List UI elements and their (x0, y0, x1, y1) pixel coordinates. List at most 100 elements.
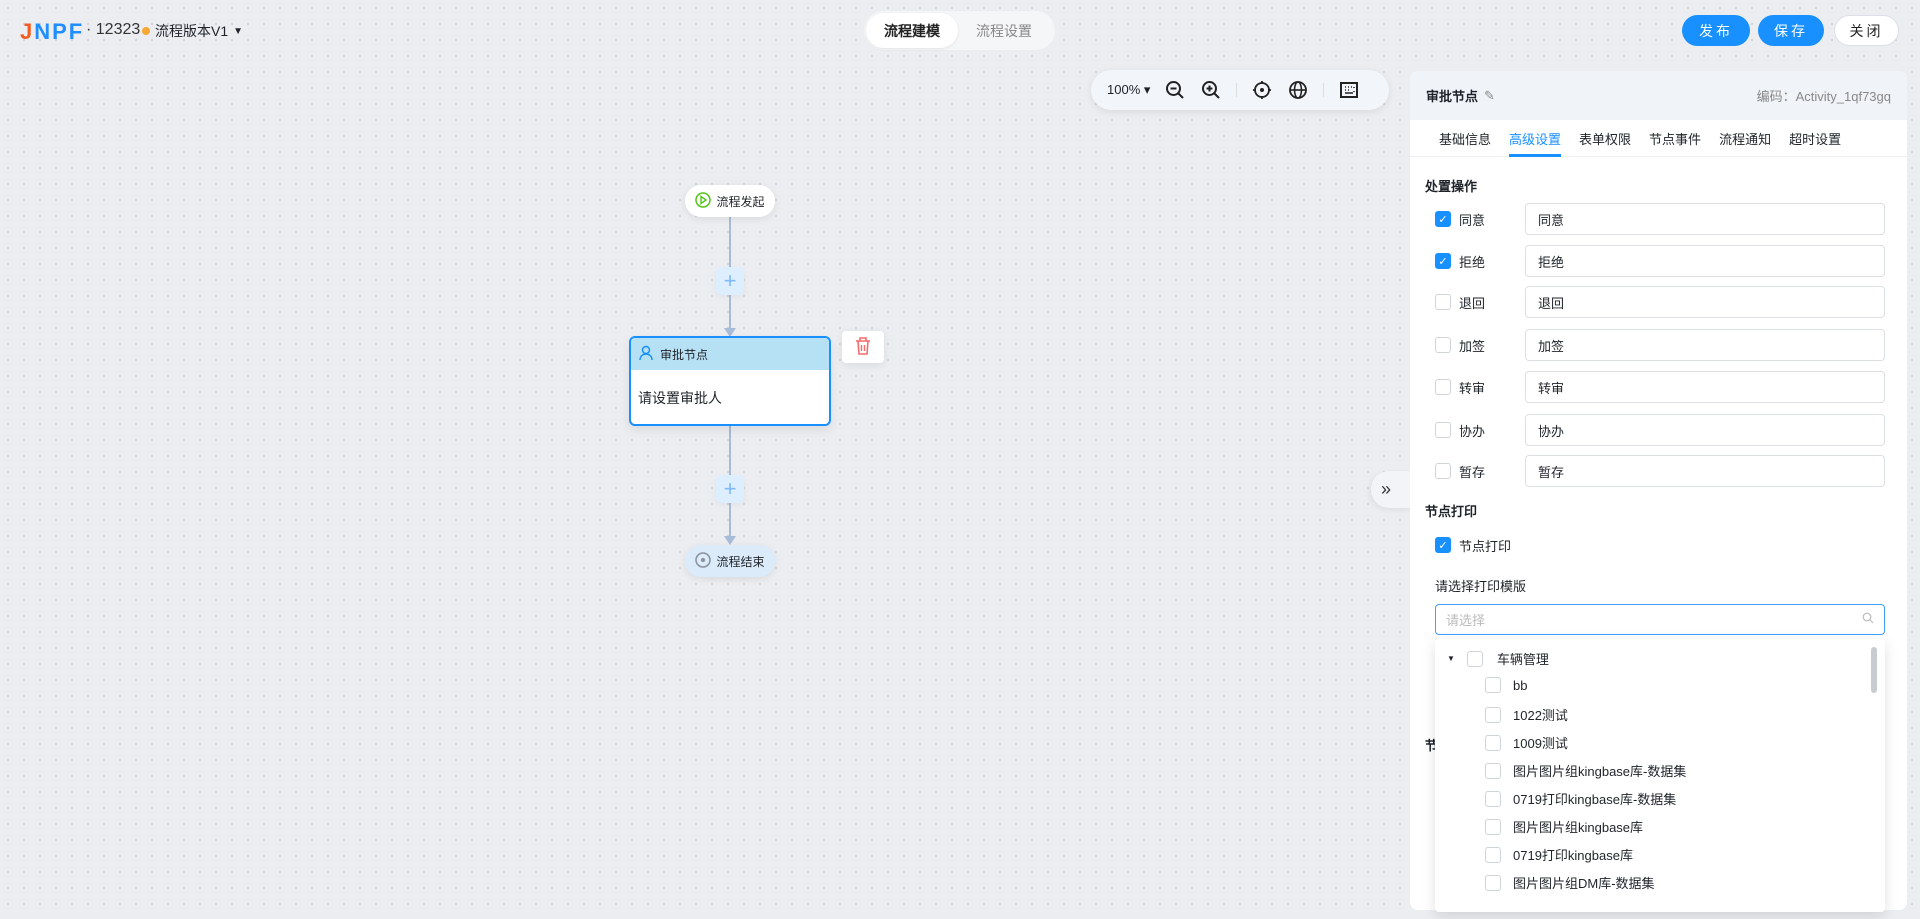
tab-basic-info[interactable]: 基础信息 (1430, 120, 1500, 156)
zoom-out-icon[interactable] (1164, 79, 1186, 101)
tab-timeout-settings[interactable]: 超时设置 (1780, 120, 1850, 156)
scrollbar[interactable] (1871, 647, 1877, 693)
tab-advanced-settings[interactable]: 高级设置 (1500, 120, 1570, 157)
start-node-label: 流程发起 (716, 194, 765, 209)
tree-item-label: bb (1513, 677, 1528, 693)
locate-icon[interactable] (1251, 79, 1273, 101)
op-name-input[interactable]: 拒绝 (1525, 245, 1885, 277)
checkbox[interactable] (1485, 818, 1501, 835)
checkbox[interactable] (1466, 650, 1483, 667)
arrow-icon (724, 536, 736, 545)
op-name-input[interactable]: 加签 (1525, 329, 1885, 361)
section-ops-title: 处置操作 (1425, 179, 1478, 194)
delete-node-button[interactable] (842, 331, 884, 363)
approver-node[interactable]: 审批节点 请设置审批人 (629, 336, 831, 426)
tree-item[interactable]: 1022测试 (1485, 705, 1568, 724)
canvas-toolbar: 100% ▾ (1091, 70, 1389, 110)
op-name-input[interactable]: 转审 (1525, 371, 1885, 403)
checkbox[interactable] (1485, 846, 1501, 863)
checkbox-checked[interactable]: ✓ (1435, 537, 1451, 553)
tree-item[interactable]: 图片图片组kingbase库-数据集 (1485, 761, 1686, 780)
divider (1323, 83, 1325, 97)
checkbox[interactable] (1435, 294, 1451, 310)
collapse-panel-button[interactable]: » (1371, 471, 1415, 508)
print-template-select[interactable]: 请选择 (1435, 604, 1885, 635)
op-name-input[interactable]: 同意 (1525, 203, 1885, 235)
print-checkbox-row[interactable]: ✓ 节点打印 (1435, 529, 1635, 561)
checkbox[interactable] (1485, 706, 1501, 723)
checkbox[interactable] (1485, 677, 1501, 693)
checkbox[interactable] (1435, 422, 1451, 438)
minimap-icon[interactable] (1338, 79, 1360, 101)
zoom-select[interactable]: 100% ▾ (1107, 82, 1150, 98)
tab-flow-notify[interactable]: 流程通知 (1710, 120, 1780, 156)
mode-tabs: 流程建模 流程设置 (864, 11, 1055, 50)
op-label: 加签 (1459, 338, 1486, 354)
add-node-button[interactable]: + (716, 267, 744, 295)
connector (729, 503, 731, 538)
tab-form-permissions[interactable]: 表单权限 (1570, 120, 1640, 156)
connector (729, 426, 731, 475)
tab-node-events[interactable]: 节点事件 (1640, 120, 1710, 156)
op-row: 暂存 暂存 (1435, 455, 1885, 487)
op-name-input[interactable]: 协办 (1525, 414, 1885, 446)
checkbox[interactable] (1485, 734, 1501, 751)
tree-item-label: 1022测试 (1513, 708, 1568, 723)
op-label: 退回 (1459, 295, 1486, 311)
divider (1236, 83, 1238, 97)
checkbox-checked[interactable]: ✓ (1435, 253, 1451, 269)
op-label: 同意 (1459, 212, 1486, 228)
stop-icon (695, 551, 712, 571)
panel-title: 审批节点 (1426, 89, 1479, 104)
print-template-label: 请选择打印模版 (1435, 579, 1527, 594)
op-row: ✓ 拒绝 拒绝 (1435, 245, 1885, 277)
tree-group[interactable]: ▼ 车辆管理 (1447, 649, 1549, 668)
op-row: 加签 加签 (1435, 329, 1885, 361)
zoom-level: 100% (1107, 82, 1141, 97)
project-name: · 12323 (86, 21, 141, 38)
checkbox[interactable] (1485, 790, 1501, 807)
tree-item[interactable]: 0719打印kingbase库-数据集 (1485, 789, 1676, 808)
tree-item-label: 0719打印kingbase库 (1513, 848, 1633, 863)
end-node[interactable]: 流程结束 (685, 545, 775, 577)
tree-item[interactable]: 0719打印kingbase库 (1485, 845, 1633, 864)
globe-icon[interactable] (1287, 79, 1309, 101)
checkbox[interactable] (1485, 874, 1501, 891)
zoom-in-icon[interactable] (1200, 79, 1222, 101)
op-label: 协办 (1459, 423, 1486, 439)
select-placeholder: 请选择 (1446, 613, 1486, 628)
checkbox[interactable] (1435, 379, 1451, 395)
connector (729, 217, 731, 267)
approver-node-body: 请设置审批人 (638, 390, 722, 406)
caret-down-icon[interactable]: ▼ (1447, 654, 1455, 663)
trash-icon (854, 336, 872, 359)
start-node[interactable]: 流程发起 (685, 185, 775, 217)
op-row: ✓ 同意 同意 (1435, 203, 1885, 235)
close-button[interactable]: 关闭 (1834, 15, 1899, 46)
checkbox[interactable] (1435, 337, 1451, 353)
checkbox-checked[interactable]: ✓ (1435, 211, 1451, 227)
op-name-input[interactable]: 暂存 (1525, 455, 1885, 487)
checkbox[interactable] (1485, 762, 1501, 779)
tab-flow-settings[interactable]: 流程设置 (958, 13, 1050, 48)
version-selector[interactable]: 流程版本V1 ▼ (142, 21, 243, 41)
tree-item[interactable]: 图片图片组kingbase库 (1485, 817, 1643, 836)
edit-icon[interactable]: ✎ (1484, 88, 1495, 104)
publish-button[interactable]: 发布 (1682, 15, 1750, 46)
section-print-title: 节点打印 (1425, 504, 1478, 519)
checkbox[interactable] (1435, 463, 1451, 479)
op-label: 转审 (1459, 380, 1486, 396)
op-row: 退回 退回 (1435, 286, 1885, 318)
add-node-button[interactable]: + (716, 475, 744, 503)
version-label: 流程版本V1 (155, 23, 229, 39)
tree-item-label: 0719打印kingbase库-数据集 (1513, 792, 1677, 807)
tab-flow-model[interactable]: 流程建模 (866, 13, 958, 48)
tree-item[interactable]: bb (1485, 677, 1527, 693)
save-button[interactable]: 保存 (1758, 15, 1824, 46)
tree-item[interactable]: 图片图片组DM库-数据集 (1485, 873, 1655, 892)
tree-item[interactable]: 1009测试 (1485, 733, 1568, 752)
tree-item-label: 图片图片组DM库-数据集 (1513, 876, 1655, 891)
op-name-input[interactable]: 退回 (1525, 286, 1885, 318)
print-checkbox-label: 节点打印 (1459, 538, 1512, 554)
op-row: 协办 协办 (1435, 414, 1885, 446)
